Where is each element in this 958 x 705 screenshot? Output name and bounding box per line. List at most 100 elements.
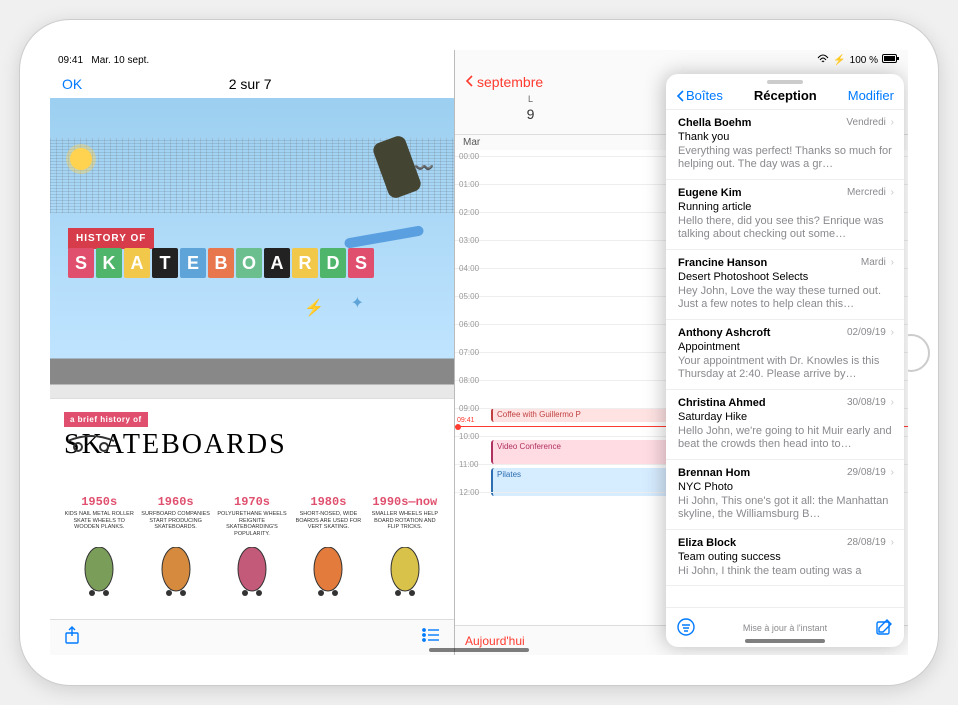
title-letter: A — [264, 248, 290, 278]
skateboard-sketch-icon — [64, 425, 118, 455]
status-left: 09:41 Mar. 10 sept. — [58, 55, 149, 66]
mail-sender: Christina Ahmed — [678, 397, 766, 411]
chevron-right-icon: › — [891, 397, 894, 408]
hour-label: 08:00 — [459, 376, 479, 385]
mail-preview: Hi John, I think the team outing was a — [678, 565, 894, 579]
photo-counter: 2 sur 7 — [229, 76, 272, 92]
weekday-number: 9 — [455, 106, 606, 122]
decade-desc: SURFBOARD COMPANIES START PRODUCING SKAT… — [140, 511, 210, 531]
chevron-left-icon — [465, 74, 473, 90]
photo-content[interactable]: 〰️ ⚡ ✦ HISTORY OF SKATEBOARDS a brief hi… — [50, 98, 454, 619]
calendar-back-label: septembre — [477, 74, 543, 90]
mail-preview: Your appointment with Dr. Knowles is thi… — [678, 355, 894, 383]
status-date: Mar. 10 sept. — [91, 55, 149, 66]
hour-label: 09:00 — [459, 404, 479, 413]
mail-item[interactable]: Francine Hanson Mardi ›Desert Photoshoot … — [666, 250, 904, 320]
chevron-right-icon: › — [891, 187, 894, 198]
chevron-right-icon: › — [891, 257, 894, 268]
home-indicator[interactable] — [429, 648, 529, 652]
charging-icon: ⚡ — [833, 55, 845, 66]
mail-sender: Eliza Block — [678, 537, 736, 551]
skateboard-thumb — [217, 547, 287, 597]
mail-item[interactable]: Eliza Block 28/08/19 ›Team outing success… — [666, 530, 904, 586]
mail-date: Vendredi › — [846, 117, 894, 131]
hour-label: 05:00 — [459, 292, 479, 301]
mail-subject: Appointment — [678, 341, 894, 355]
photos-app: OK 2 sur 7 〰️ ⚡ ✦ HISTORY OF SKATEBOARDS… — [50, 50, 455, 655]
title-letter: B — [208, 248, 234, 278]
mail-item[interactable]: Brennan Hom29/08/19 ›NYC PhotoHi John, T… — [666, 460, 904, 530]
mail-sender: Brennan Hom — [678, 467, 750, 481]
skateboard-thumb — [370, 547, 440, 597]
hour-label: 02:00 — [459, 208, 479, 217]
mail-sender: Anthony Ashcroft — [678, 327, 770, 341]
status-right: ⚡ 100 % — [817, 54, 900, 67]
compose-icon[interactable] — [874, 617, 894, 639]
chevron-left-icon — [676, 90, 684, 102]
mail-preview: Hello there, did you see this? Enrique w… — [678, 215, 894, 243]
chevron-right-icon: › — [891, 327, 894, 338]
mail-subject: Team outing success — [678, 551, 894, 565]
hour-label: 04:00 — [459, 264, 479, 273]
mail-date: Mardi › — [861, 257, 894, 271]
hour-label: 00:00 — [459, 152, 479, 161]
title-letter: E — [180, 248, 206, 278]
weekday-label: L — [455, 94, 606, 104]
mail-item[interactable]: Eugene KimMercredi ›Running articleHello… — [666, 180, 904, 250]
week-day[interactable]: L9 — [455, 94, 606, 128]
decade-year: 1950s — [64, 495, 134, 509]
list-icon[interactable] — [422, 628, 440, 647]
mail-subject: NYC Photo — [678, 481, 894, 495]
wifi-icon — [817, 54, 829, 67]
slideover-grabber[interactable] — [767, 80, 803, 84]
mail-slideover[interactable]: Boîtes Réception Modifier Chella Boehm Ve… — [666, 74, 904, 647]
ok-button[interactable]: OK — [62, 76, 82, 92]
hour-label: 07:00 — [459, 348, 479, 357]
mail-date: 28/08/19 › — [847, 537, 894, 551]
status-bar: 09:41 Mar. 10 sept. ⚡ 100 % — [50, 50, 908, 70]
mail-back-label: Boîtes — [686, 88, 723, 103]
mail-item[interactable]: Chella Boehm Vendredi ›Thank youEverythin… — [666, 110, 904, 180]
mail-edit-button[interactable]: Modifier — [848, 88, 894, 103]
mail-subject: Thank you — [678, 131, 894, 145]
hour-label: 12:00 — [459, 488, 479, 497]
share-icon[interactable] — [64, 626, 80, 649]
title-letter: K — [96, 248, 122, 278]
title-letter: S — [68, 248, 94, 278]
infographic-panel: a brief history of SKATEBOARDS 1950sKIDS… — [50, 399, 454, 619]
sun-doodle — [70, 148, 92, 170]
hour-label: 11:00 — [459, 460, 478, 469]
star-doodle: ✦ — [351, 293, 364, 313]
mail-list[interactable]: Chella Boehm Vendredi ›Thank youEverythin… — [666, 110, 904, 607]
mail-back-button[interactable]: Boîtes — [676, 88, 723, 103]
slideover-home-indicator[interactable] — [745, 639, 825, 643]
hour-label: 01:00 — [459, 180, 479, 189]
decade-column: 1950s KIDS NAIL METAL ROLLER SKATE WHEELS… — [64, 495, 134, 537]
mail-preview: Hey John, Love the way these turned out.… — [678, 285, 894, 313]
skateboard-thumb — [293, 547, 363, 597]
today-button[interactable]: Aujourd'hui — [465, 634, 525, 648]
title-letter: T — [152, 248, 178, 278]
mail-sender: Chella Boehm — [678, 117, 751, 131]
skater-illustration — [314, 128, 424, 248]
mail-sender: Francine Hanson — [678, 257, 767, 271]
brief-history-title: SKATEBOARDS — [64, 429, 440, 461]
title-letter: A — [124, 248, 150, 278]
mail-title: Réception — [754, 88, 817, 103]
lightning-doodle: ⚡ — [304, 298, 324, 318]
mail-item[interactable]: Anthony Ashcroft02/09/19 ›AppointmentYou… — [666, 320, 904, 390]
skateboards-title: SKATEBOARDS — [68, 248, 436, 278]
chevron-right-icon: › — [891, 117, 894, 128]
decade-desc: SMALLER WHEELS HELP BOARD ROTATION AND F… — [370, 511, 440, 531]
hour-label: 03:00 — [459, 236, 479, 245]
decade-desc: KIDS NAIL METAL ROLLER SKATE WHEELS TO W… — [64, 511, 134, 531]
mail-subject: Desert Photoshoot Selects — [678, 271, 894, 285]
mail-item[interactable]: Christina Ahmed30/08/19 ›Saturday HikeHe… — [666, 390, 904, 460]
mail-sender: Eugene Kim — [678, 187, 742, 201]
title-letter: D — [320, 248, 346, 278]
filter-icon[interactable] — [676, 617, 696, 639]
decade-column: 1970sPOLYURETHANE WHEELS REIGNITE SKATEB… — [217, 495, 287, 537]
skateboard-thumb — [64, 547, 134, 597]
decade-year: 1990s—now — [370, 495, 440, 509]
mail-preview: Everything was perfect! Thanks so much f… — [678, 145, 894, 173]
